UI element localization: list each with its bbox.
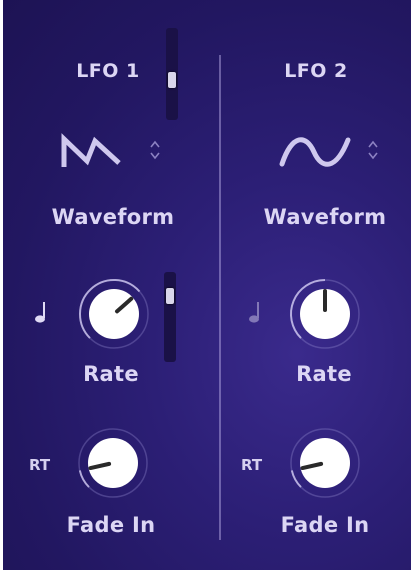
lfo2-waveform-label: Waveform [263, 205, 387, 229]
column-divider [219, 55, 221, 540]
lfo2-fade-in-knob-face[interactable] [300, 438, 350, 488]
note-icon [249, 302, 259, 323]
lfo1-rt-label: RT [29, 456, 51, 474]
lfo1-rate-slider[interactable] [164, 272, 176, 362]
lfo1-rate-label: Rate [83, 362, 139, 386]
sine-wave-icon[interactable] [278, 132, 354, 172]
lfo1-fade-in-knob[interactable] [75, 425, 151, 501]
lfo1-fade-in-label: Fade In [66, 513, 156, 537]
lfo1-rate-slider-handle[interactable] [166, 288, 174, 304]
lfo1-waveform-chevron-icon[interactable] [149, 139, 161, 161]
lfo1-top-slider[interactable] [166, 28, 178, 120]
lfo2-fade-in-label: Fade In [280, 513, 370, 537]
lfo2-fade-in-knob-value-arc [290, 470, 302, 488]
lfo1-rate-knob-face[interactable] [89, 289, 139, 339]
sawtooth-wave-icon[interactable] [61, 133, 131, 173]
lfo2-fade-in-knob[interactable] [287, 425, 363, 501]
lfo-panel: LFO 1 Waveform Rate RT Fade In LFO 2 Wav… [3, 0, 411, 570]
lfo1-fade-in-knob-value-arc [78, 470, 90, 488]
lfo2-rt-label: RT [241, 456, 263, 474]
lfo2-waveform-chevron-icon[interactable] [367, 139, 379, 161]
lfo1-rate-knob[interactable] [76, 276, 152, 352]
lfo2-rate-knob[interactable] [287, 276, 363, 352]
lfo1-top-slider-handle[interactable] [168, 72, 176, 88]
lfo2-title: LFO 2 [284, 60, 348, 82]
lfo2-rate-label: Rate [296, 362, 352, 386]
lfo1-fade-in-knob-face[interactable] [88, 438, 138, 488]
lfo1-waveform-label: Waveform [51, 205, 175, 229]
lfo1-title: LFO 1 [76, 60, 140, 82]
note-icon [35, 302, 45, 323]
